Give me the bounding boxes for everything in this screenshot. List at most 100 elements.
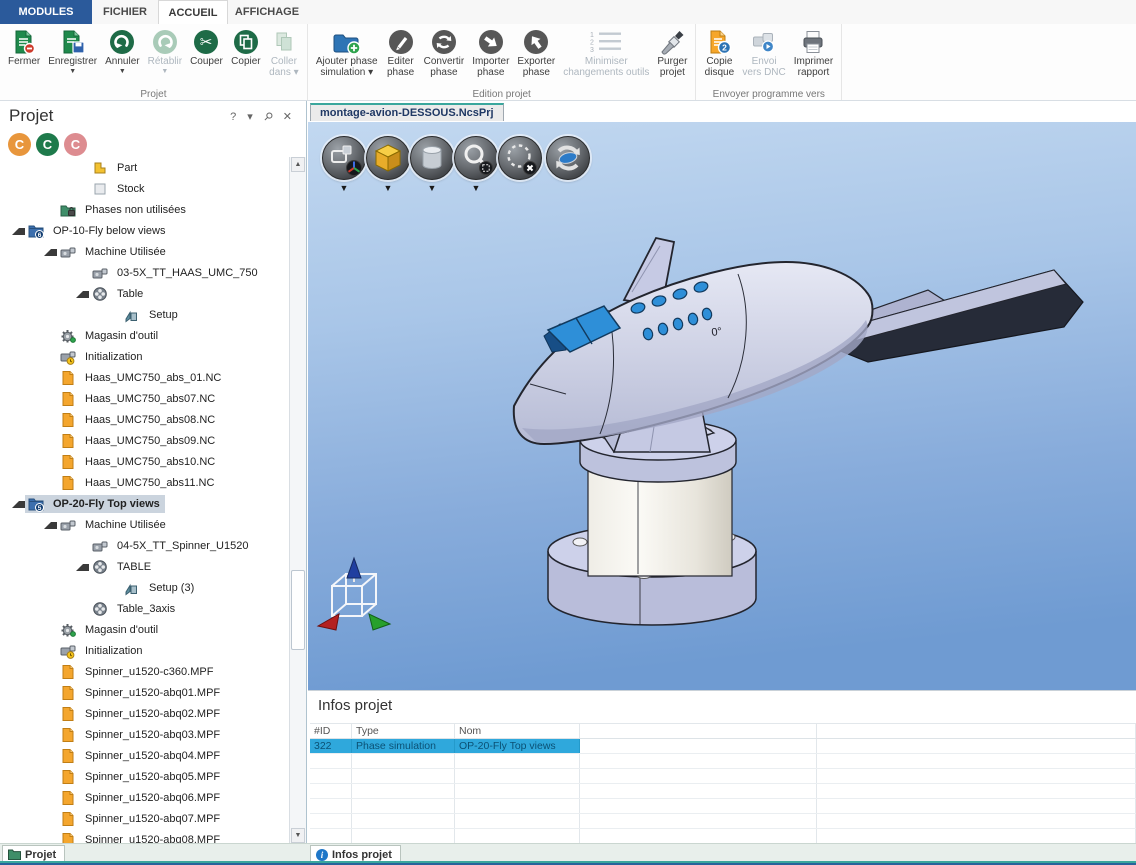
tree-item-magasin-d-outil[interactable]: Magasin d'outil bbox=[0, 619, 283, 640]
tree-item-spinner-u1520-abq02-mpf[interactable]: Spinner_u1520-abq02.MPF bbox=[0, 703, 283, 724]
tree-item-spinner-u1520-abq03-mpf[interactable]: Spinner_u1520-abq03.MPF bbox=[0, 724, 283, 745]
copie-disque-button[interactable]: 2Copiedisque bbox=[701, 26, 737, 78]
scrollbar-thumb[interactable] bbox=[291, 570, 305, 650]
tab-affichage[interactable]: AFFICHAGE bbox=[228, 0, 306, 24]
tree-item-content: Spinner_u1520-c360.MPF bbox=[57, 663, 218, 681]
tree-item-op-20-fly-top-views[interactable]: 5OP-20-Fly Top views bbox=[0, 493, 283, 514]
chevron-down-icon[interactable]: ▼ bbox=[322, 184, 366, 193]
machine-display-button[interactable] bbox=[322, 136, 366, 180]
table-empty-row[interactable] bbox=[310, 784, 1136, 799]
phase-state-red-icon[interactable]: C bbox=[64, 133, 87, 156]
tree-item-machine-utilis-e[interactable]: Machine Utilisée bbox=[0, 241, 283, 262]
stock-display-button[interactable] bbox=[366, 136, 410, 180]
tree-item-initialization[interactable]: Initialization bbox=[0, 640, 283, 661]
table-row[interactable]: 322Phase simulationOP-20-Fly Top views bbox=[310, 739, 1136, 754]
ribbon-tabstrip: MODULES FICHIER ACCUEIL AFFICHAGE bbox=[0, 0, 1136, 24]
tree-item-table-3axis[interactable]: Table_3axis bbox=[0, 598, 283, 619]
pin-icon[interactable]: ⚲ bbox=[261, 110, 275, 124]
phase-state-green-icon[interactable]: C bbox=[36, 133, 59, 156]
tree-item-label: Phases non utilisées bbox=[85, 204, 186, 216]
scroll-up-button[interactable]: ▲ bbox=[291, 157, 305, 172]
expand-triangle-icon[interactable] bbox=[44, 522, 57, 529]
tree-item-04-5x-tt-spinner-u1520[interactable]: 04-5X_TT_Spinner_U1520 bbox=[0, 535, 283, 556]
tree-indent-spacer bbox=[44, 835, 57, 844]
tree-item-part[interactable]: Part bbox=[0, 157, 283, 178]
tree-item-stock[interactable]: Stock bbox=[0, 178, 283, 199]
copier-button[interactable]: Copier bbox=[228, 26, 264, 67]
tree-item-haas-umc750-abs09-nc[interactable]: Haas_UMC750_abs09.NC bbox=[0, 430, 283, 451]
table-empty-row[interactable] bbox=[310, 754, 1136, 769]
tree-item-spinner-u1520-abq08-mpf[interactable]: Spinner_u1520-abq08.MPF bbox=[0, 829, 283, 843]
chevron-down-icon[interactable]: ▼ bbox=[119, 68, 126, 75]
chevron-down-icon[interactable]: ▼ bbox=[69, 68, 76, 75]
tree-item-initialization[interactable]: Initialization bbox=[0, 346, 283, 367]
help-icon[interactable]: ? bbox=[230, 111, 236, 123]
editer-phase-button[interactable]: Editerphase bbox=[383, 26, 419, 78]
table-empty-row[interactable] bbox=[310, 769, 1136, 784]
viewport-3d[interactable]: 0° ▼▼▼▼ bbox=[308, 122, 1136, 690]
purger-projet-button[interactable]: Purgerprojet bbox=[654, 26, 690, 78]
svg-text:2: 2 bbox=[590, 39, 594, 46]
chevron-down-icon[interactable]: ▼ bbox=[454, 184, 498, 193]
expand-triangle-icon[interactable] bbox=[12, 228, 25, 235]
tree-item-setup[interactable]: Setup bbox=[0, 304, 283, 325]
chevron-down-icon[interactable]: ▼ bbox=[366, 184, 410, 193]
tree-item-haas-umc750-abs08-nc[interactable]: Haas_UMC750_abs08.NC bbox=[0, 409, 283, 430]
table-cell bbox=[817, 739, 1136, 753]
tree-item-spinner-u1520-abq05-mpf[interactable]: Spinner_u1520-abq05.MPF bbox=[0, 766, 283, 787]
refresh-view-button[interactable] bbox=[546, 136, 590, 180]
importer-phase-button[interactable]: Importerphase bbox=[469, 26, 512, 78]
chevron-down-icon[interactable]: ▼ bbox=[410, 184, 454, 193]
table-empty-row[interactable] bbox=[310, 829, 1136, 844]
zoom-button[interactable] bbox=[454, 136, 498, 180]
tree-indent-spacer bbox=[44, 352, 57, 362]
svg-text:1: 1 bbox=[590, 32, 594, 39]
import-phase-icon bbox=[478, 27, 504, 56]
tree-item-spinner-u1520-abq06-mpf[interactable]: Spinner_u1520-abq06.MPF bbox=[0, 787, 283, 808]
ajouter-phase-simulation-button[interactable]: Ajouter phasesimulation ▾ bbox=[313, 26, 381, 78]
fermer-button[interactable]: Fermer bbox=[5, 26, 43, 67]
chevron-down-icon[interactable]: ▾ bbox=[247, 111, 253, 123]
imprimer-rapport-button[interactable]: Imprimerrapport bbox=[791, 26, 836, 78]
tree-item-haas-umc750-abs07-nc[interactable]: Haas_UMC750_abs07.NC bbox=[0, 388, 283, 409]
viewport-toolbar: ▼▼▼▼ bbox=[308, 122, 1136, 202]
tree-item-spinner-u1520-abq01-mpf[interactable]: Spinner_u1520-abq01.MPF bbox=[0, 682, 283, 703]
tree-item-phases-non-utilis-es[interactable]: Phases non utilisées bbox=[0, 199, 283, 220]
tree-item-table[interactable]: Table bbox=[0, 283, 283, 304]
tab-modules[interactable]: MODULES bbox=[0, 0, 92, 24]
tree-item-spinner-u1520-abq04-mpf[interactable]: Spinner_u1520-abq04.MPF bbox=[0, 745, 283, 766]
tree-item-op-10-fly-below-views[interactable]: 6OP-10-Fly below views bbox=[0, 220, 283, 241]
tree-item-magasin-d-outil[interactable]: Magasin d'outil bbox=[0, 325, 283, 346]
annuler-button[interactable]: Annuler▼ bbox=[102, 26, 142, 75]
close-icon[interactable]: ✕ bbox=[283, 111, 292, 123]
expand-triangle-icon[interactable] bbox=[76, 291, 89, 298]
expand-triangle-icon[interactable] bbox=[76, 564, 89, 571]
tree-item-machine-utilis-e[interactable]: Machine Utilisée bbox=[0, 514, 283, 535]
tree-item-spinner-u1520-abq07-mpf[interactable]: Spinner_u1520-abq07.MPF bbox=[0, 808, 283, 829]
tree-item-haas-umc750-abs11-nc[interactable]: Haas_UMC750_abs11.NC bbox=[0, 472, 283, 493]
tree-item-spinner-u1520-c360-mpf[interactable]: Spinner_u1520-c360.MPF bbox=[0, 661, 283, 682]
exporter-phase-button[interactable]: Exporterphase bbox=[514, 26, 558, 78]
tab-accueil[interactable]: ACCUEIL bbox=[158, 0, 228, 24]
table-empty-row[interactable] bbox=[310, 799, 1136, 814]
couper-button[interactable]: ✂Couper bbox=[187, 26, 226, 67]
expand-triangle-icon[interactable] bbox=[44, 249, 57, 256]
part-display-button[interactable] bbox=[410, 136, 454, 180]
tree-item-label: Initialization bbox=[85, 645, 142, 657]
document-tab[interactable]: montage-avion-DESSOUS.NcsPrj bbox=[310, 103, 504, 121]
tree-item-03-5x-tt-haas-umc-750[interactable]: 03-5X_TT_HAAS_UMC_750 bbox=[0, 262, 283, 283]
expand-triangle-icon[interactable] bbox=[12, 501, 25, 508]
phase-state-orange-icon[interactable]: C bbox=[8, 133, 31, 156]
tree-item-table[interactable]: TABLE bbox=[0, 556, 283, 577]
selection-off-button[interactable] bbox=[498, 136, 542, 180]
convertir-phase-button[interactable]: Convertirphase bbox=[421, 26, 468, 78]
scroll-down-button[interactable]: ▼ bbox=[291, 828, 305, 843]
tree-item-haas-umc750-abs10-nc[interactable]: Haas_UMC750_abs10.NC bbox=[0, 451, 283, 472]
enregistrer-button[interactable]: Enregistrer▼ bbox=[45, 26, 100, 75]
tab-fichier[interactable]: FICHIER bbox=[92, 0, 158, 24]
table-empty-row[interactable] bbox=[310, 814, 1136, 829]
tree-scrollbar[interactable]: ▲ ▼ bbox=[289, 157, 306, 843]
tree-item-setup-3[interactable]: Setup (3) bbox=[0, 577, 283, 598]
tree-item-haas-umc750-abs-01-nc[interactable]: Haas_UMC750_abs_01.NC bbox=[0, 367, 283, 388]
tree-item-content: Magasin d'outil bbox=[57, 621, 163, 639]
